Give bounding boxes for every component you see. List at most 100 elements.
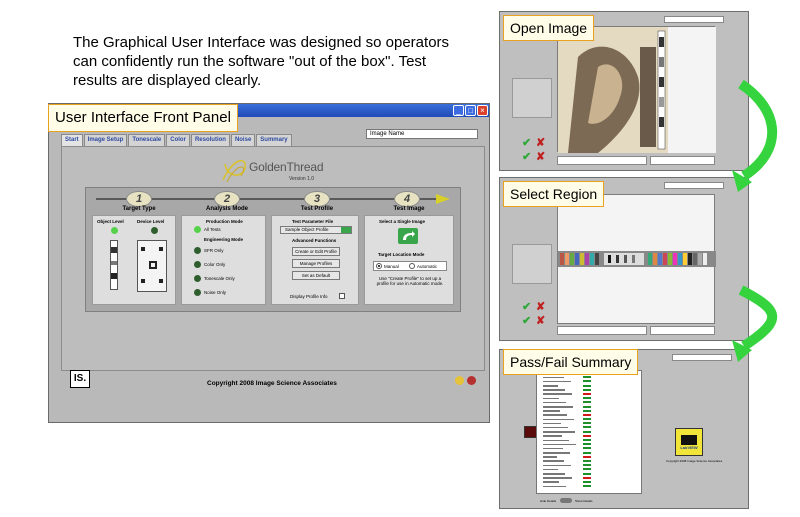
target-type-title: Target Type bbox=[122, 206, 156, 212]
open-image-button[interactable] bbox=[398, 228, 418, 244]
tab-summary[interactable]: Summary bbox=[256, 134, 292, 146]
minimize-icon[interactable]: _ bbox=[453, 105, 464, 116]
help-icon[interactable] bbox=[455, 376, 464, 385]
woodblock-print-image bbox=[558, 27, 716, 153]
all-tests-led[interactable] bbox=[194, 226, 201, 233]
summary-copyright: Copyright 2008 Image Science Associates bbox=[666, 459, 723, 463]
copyright-text: Copyright 2008 Image Science Associates bbox=[207, 380, 337, 387]
image-name-field-small-2 bbox=[664, 182, 724, 189]
analysis-mode-box: Production Mode All Tests Engineering Mo… bbox=[181, 215, 266, 305]
status-info-2 bbox=[650, 326, 715, 335]
sfr-only-led[interactable] bbox=[194, 247, 201, 254]
automatic-label: Automatic bbox=[417, 264, 438, 269]
select-region-callout: Select Region bbox=[503, 181, 605, 207]
engineering-mode-label: Engineering Mode bbox=[204, 237, 244, 242]
region-list bbox=[512, 78, 552, 118]
automatic-mode-hint: Use "Create Profile" to set up a profile… bbox=[376, 276, 444, 286]
accept-check-icon-2[interactable]: ✔ bbox=[522, 300, 534, 313]
parameter-file-select[interactable]: Sample Object Profile bbox=[280, 226, 352, 234]
tab-image-setup[interactable]: Image Setup bbox=[83, 134, 128, 146]
display-profile-info-label: Display Profile Info bbox=[290, 294, 328, 299]
target-image-preview bbox=[557, 194, 716, 324]
workflow-panel: 1 2 3 4 Target Type Analysis Mode Test P… bbox=[85, 187, 461, 312]
run-check-icon[interactable]: ✔ bbox=[522, 150, 534, 163]
hide-details-label: Hide Details bbox=[540, 499, 557, 503]
test-image-box: Select a Single Image Target Location Mo… bbox=[364, 215, 454, 305]
status-message bbox=[557, 156, 647, 165]
test-profile-title: Test Profile bbox=[300, 206, 334, 212]
reset-x-icon-2[interactable]: ✘ bbox=[536, 300, 548, 313]
production-mode-label: Production Mode bbox=[206, 219, 243, 224]
close-icon[interactable]: × bbox=[477, 105, 488, 116]
summary-callout: Pass/Fail Summary bbox=[503, 349, 639, 375]
tab-tonescale[interactable]: Tonescale bbox=[128, 134, 166, 146]
step-1-badge: 1 bbox=[126, 191, 152, 207]
image-name-field[interactable]: Image Name bbox=[366, 129, 478, 139]
manual-radio[interactable] bbox=[376, 263, 382, 269]
thread-swirl-icon bbox=[222, 159, 246, 183]
run-check-icon-2[interactable]: ✔ bbox=[522, 314, 534, 327]
reset-x-icon[interactable]: ✘ bbox=[536, 136, 548, 149]
status-message-2 bbox=[557, 326, 647, 335]
stop-x-icon[interactable]: ✘ bbox=[536, 150, 548, 163]
intro-text: The Graphical User Interface was designe… bbox=[73, 34, 450, 89]
target-type-box: Object Level Device Level bbox=[92, 215, 176, 305]
manual-label: Manual bbox=[384, 264, 399, 269]
color-only-label: Color Only bbox=[204, 262, 226, 267]
loaded-image-preview bbox=[557, 26, 716, 153]
sfr-only-label: SFR Only bbox=[204, 248, 224, 253]
step-3-badge: 3 bbox=[304, 191, 330, 207]
labview-logo: LabVIEW bbox=[675, 428, 703, 456]
region-checklist bbox=[512, 244, 552, 284]
result-row bbox=[537, 484, 641, 488]
isa-logo: IS. bbox=[70, 370, 90, 388]
curved-arrow-icon bbox=[403, 231, 415, 240]
image-name-field-small bbox=[664, 16, 724, 23]
tab-noise[interactable]: Noise bbox=[230, 134, 256, 146]
front-panel-callout: User Interface Front Panel bbox=[48, 104, 238, 132]
target-location-mode-label: Target Location Mode bbox=[378, 252, 425, 257]
labview-text: LabVIEW bbox=[680, 445, 698, 450]
maximize-icon[interactable]: □ bbox=[465, 105, 476, 116]
status-info bbox=[650, 156, 715, 165]
automatic-radio[interactable] bbox=[409, 263, 415, 269]
object-level-label: Object Level bbox=[97, 219, 124, 224]
workflow-arrow-icon bbox=[436, 194, 450, 204]
parameter-file-value: Sample Object Profile bbox=[285, 227, 329, 232]
location-mode-group: Manual Automatic bbox=[373, 261, 447, 271]
version-label: Version 1.0 bbox=[289, 176, 315, 182]
device-level-label: Device Level bbox=[137, 219, 165, 224]
noise-only-led[interactable] bbox=[194, 289, 201, 296]
tab-start[interactable]: Start bbox=[61, 134, 83, 146]
test-image-title: Test Image bbox=[393, 206, 425, 212]
tab-color[interactable]: Color bbox=[166, 134, 190, 146]
device-level-led[interactable] bbox=[151, 227, 158, 234]
display-profile-info-checkbox[interactable] bbox=[339, 293, 345, 299]
chevron-down-icon[interactable] bbox=[341, 227, 351, 233]
color-only-led[interactable] bbox=[194, 261, 201, 268]
object-level-led[interactable] bbox=[111, 227, 118, 234]
step-2-badge: 2 bbox=[214, 191, 240, 207]
tab-bar: Start Image Setup Tonescale Color Resolu… bbox=[61, 134, 293, 146]
results-table bbox=[536, 370, 642, 494]
goldenthread-logo: GoldenThread Version 1.0 bbox=[217, 148, 327, 190]
logo-text: GoldenThread bbox=[249, 160, 324, 174]
tonescale-only-label: Tonescale Only bbox=[204, 276, 235, 281]
exit-icon[interactable] bbox=[467, 376, 476, 385]
test-profile-box: Test Parameter File Sample Object Profil… bbox=[271, 215, 359, 305]
all-tests-label: All Tests bbox=[204, 227, 221, 232]
set-default-button[interactable]: Set as Default bbox=[292, 271, 340, 280]
tonescale-only-led[interactable] bbox=[194, 275, 201, 282]
details-toggle[interactable] bbox=[560, 498, 572, 503]
show-details-label: Show Details bbox=[575, 499, 593, 503]
create-edit-profile-button[interactable]: Create or Edit Profile bbox=[292, 247, 340, 256]
stop-x-icon-2[interactable]: ✘ bbox=[536, 314, 548, 327]
analysis-mode-title: Analysis Mode bbox=[205, 206, 248, 212]
accept-check-icon[interactable]: ✔ bbox=[522, 136, 534, 149]
tab-resolution[interactable]: Resolution bbox=[190, 134, 230, 146]
front-panel-window: _ □ × Start Image Setup Tonescale Color … bbox=[48, 103, 490, 423]
device-target-image bbox=[137, 240, 167, 292]
open-image-callout: Open Image bbox=[503, 15, 595, 41]
manage-profiles-button[interactable]: Manage Profiles bbox=[292, 259, 340, 268]
color-target-image bbox=[558, 251, 716, 267]
